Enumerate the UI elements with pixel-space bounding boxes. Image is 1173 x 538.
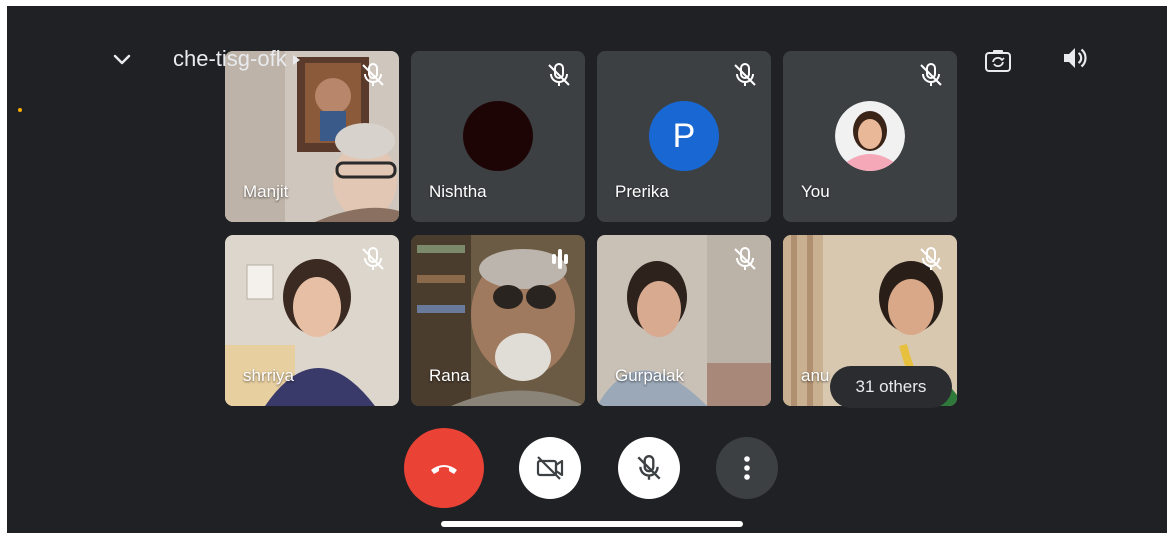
caret-right-icon xyxy=(292,55,300,66)
avatar xyxy=(463,101,533,171)
participant-tile-you[interactable]: You xyxy=(783,51,957,222)
participant-name: Rana xyxy=(429,366,470,385)
participant-name: Manjit xyxy=(243,182,289,201)
camera-off-icon xyxy=(536,456,564,480)
status-dot xyxy=(18,108,22,112)
participant-tile-nishtha[interactable]: Nishtha xyxy=(411,51,585,222)
mic-off-icon xyxy=(920,247,942,270)
meeting-code[interactable]: che-tisg-ofk xyxy=(173,46,300,72)
participant-name: anu xyxy=(801,366,830,385)
mic-off-icon xyxy=(362,247,384,270)
mic-toggle-button[interactable] xyxy=(618,437,680,499)
more-options-button[interactable] xyxy=(716,437,778,499)
more-vert-icon xyxy=(744,456,750,480)
switch-camera-icon[interactable] xyxy=(983,46,1013,76)
mic-off-icon xyxy=(734,247,756,270)
speaker-icon[interactable] xyxy=(1059,43,1089,73)
meeting-code-text: che-tisg-ofk xyxy=(173,46,287,71)
participant-tile-gurpalak[interactable]: Gurpalak xyxy=(597,235,771,406)
camera-toggle-button[interactable] xyxy=(519,437,581,499)
mic-off-icon xyxy=(548,63,570,86)
participant-tile-shrriya[interactable]: shrriya xyxy=(225,235,399,406)
participant-name: You xyxy=(801,182,830,201)
phone-hangup-icon xyxy=(431,465,457,474)
home-indicator[interactable] xyxy=(441,521,743,527)
mic-off-icon xyxy=(920,63,942,86)
mic-off-icon xyxy=(734,63,756,86)
participant-name: Gurpalak xyxy=(615,366,684,385)
participant-tile-rana[interactable]: Rana xyxy=(411,235,585,406)
mic-off-icon xyxy=(362,63,384,86)
speaking-indicator-icon xyxy=(552,249,568,269)
participant-name: shrriya xyxy=(243,366,295,385)
participant-name: Prerika xyxy=(615,182,669,201)
participant-tile-prerika[interactable]: P Prerika xyxy=(597,51,771,222)
participant-name: Nishtha xyxy=(429,182,487,201)
avatar xyxy=(835,101,905,171)
mic-off-icon xyxy=(637,455,661,480)
chevron-down-icon[interactable] xyxy=(109,46,135,72)
others-count-badge[interactable]: 31 others xyxy=(830,366,952,408)
avatar: P xyxy=(649,101,719,171)
end-call-button[interactable] xyxy=(404,428,484,508)
meet-call-screen: che-tisg-ofk Manjit Nishtha P Prerika Yo… xyxy=(7,6,1167,533)
participant-tile-manjit[interactable]: Manjit xyxy=(225,51,399,222)
